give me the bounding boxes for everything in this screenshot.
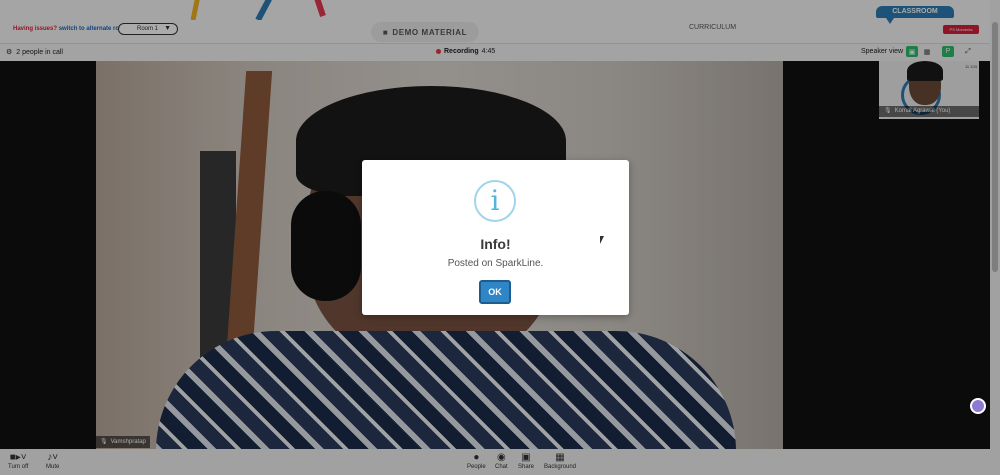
dialog-message: Posted on SparkLine.	[447, 258, 544, 269]
assistant-avatar-icon[interactable]	[970, 398, 986, 414]
dialog-title: Info!	[480, 236, 511, 252]
info-dialog: i Info! Posted on SparkLine. OK	[362, 160, 629, 315]
app-window: Having issues? switch to alternate room …	[0, 0, 1000, 475]
mouse-cursor-icon	[600, 236, 608, 244]
info-icon: i	[474, 180, 516, 222]
ok-button[interactable]: OK	[479, 280, 511, 304]
